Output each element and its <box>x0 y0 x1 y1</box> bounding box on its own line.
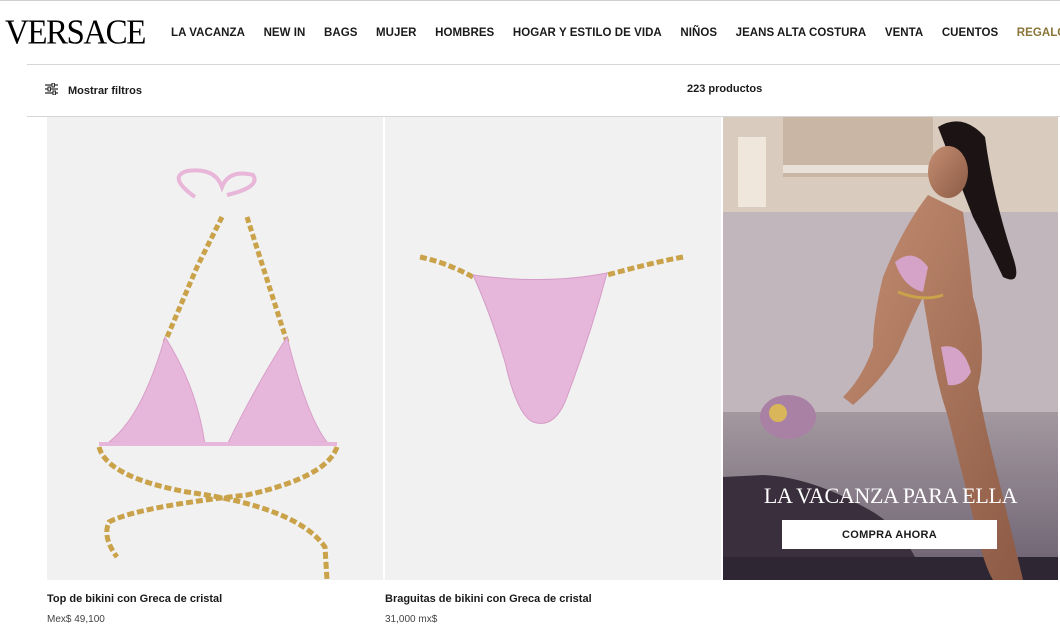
product-card-bikini-bottom[interactable] <box>385 117 721 580</box>
versace-logo[interactable]: VERSACE <box>5 14 146 53</box>
nav-item-hombres[interactable]: HOMBRES <box>435 27 494 45</box>
product-count: 223 productos <box>687 83 763 95</box>
nav-item-bags[interactable]: BAGS <box>324 27 357 45</box>
nav-item-new-in[interactable]: NEW IN <box>264 27 306 45</box>
bikini-bottom-image <box>385 117 721 580</box>
show-filters-button[interactable]: Mostrar filtros <box>45 82 142 100</box>
promo-banner[interactable]: LA VACANZA PARA ELLA COMPRA AHORA <box>723 117 1058 580</box>
nav-item-jeans[interactable]: JEANS ALTA COSTURA <box>736 27 867 45</box>
sliders-icon <box>45 82 58 100</box>
shop-now-button[interactable]: COMPRA AHORA <box>782 520 997 549</box>
product-card-bikini-top[interactable] <box>47 117 383 580</box>
nav-item-ninos[interactable]: NIÑOS <box>680 27 717 45</box>
main-nav: LA VACANZA NEW IN BAGS MUJER HOMBRES HOG… <box>171 27 1060 45</box>
show-filters-label: Mostrar filtros <box>68 85 142 97</box>
nav-item-la-vacanza[interactable]: LA VACANZA <box>171 27 245 45</box>
nav-item-hogar[interactable]: HOGAR Y ESTILO DE VIDA <box>513 27 662 45</box>
nav-item-venta[interactable]: VENTA <box>885 27 923 45</box>
product-name[interactable]: Top de bikini con Greca de cristal <box>47 593 222 605</box>
promo-title: LA VACANZA PARA ELLA <box>763 483 1018 508</box>
nav-item-regalos[interactable]: REGALOS <box>1017 27 1060 45</box>
bikini-top-image <box>47 117 383 580</box>
nav-item-cuentos[interactable]: CUENTOS <box>942 27 998 45</box>
filter-bar: Mostrar filtros 223 productos <box>27 65 1060 116</box>
nav-item-mujer[interactable]: MUJER <box>376 27 417 45</box>
site-header: VERSACE LA VACANZA NEW IN BAGS MUJER HOM… <box>0 1 1060 64</box>
promo-photo <box>723 117 1058 580</box>
product-name[interactable]: Braguitas de bikini con Greca de cristal <box>385 593 592 605</box>
